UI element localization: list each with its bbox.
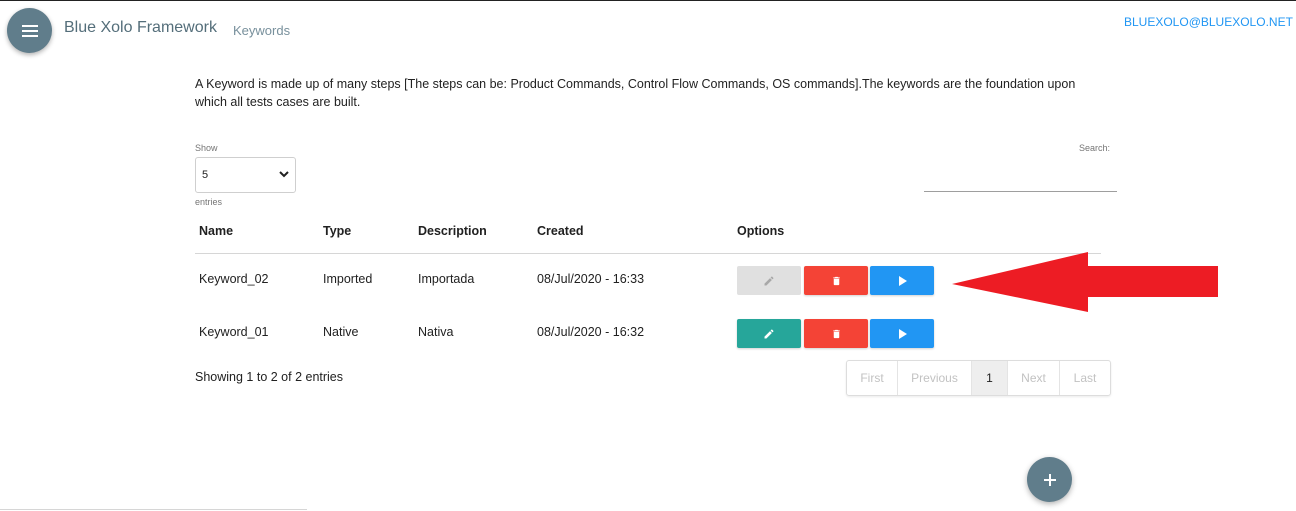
cell-description: Nativa — [418, 325, 454, 339]
bottom-divider — [0, 509, 307, 510]
page-length-value: 5 — [202, 169, 209, 181]
pencil-icon — [764, 275, 774, 285]
column-header-options: Options — [737, 224, 785, 238]
search-input[interactable] — [924, 170, 1117, 192]
column-header-created[interactable]: Created — [537, 224, 584, 238]
cell-name: Keyword_01 — [199, 325, 269, 339]
cell-description: Importada — [418, 272, 475, 286]
play-icon — [898, 328, 907, 339]
page-description: A Keyword is made up of many steps [The … — [195, 77, 1076, 109]
edit-button[interactable] — [737, 319, 801, 348]
top-border — [0, 0, 1296, 1]
add-keyword-button[interactable] — [1027, 457, 1072, 502]
cell-name: Keyword_02 — [199, 272, 269, 286]
column-header-name[interactable]: Name — [199, 224, 233, 238]
search-label: Search: — [1079, 143, 1111, 153]
pagination-previous: Previous — [898, 361, 972, 395]
table-info: Showing 1 to 2 of 2 entries — [195, 370, 344, 384]
column-header-type[interactable]: Type — [323, 224, 351, 238]
cell-created: 08/Jul/2020 - 16:33 — [537, 272, 645, 286]
menu-button[interactable] — [7, 8, 52, 53]
trash-icon — [832, 276, 840, 285]
pagination: First Previous 1 Next Last — [846, 360, 1111, 396]
plus-icon — [1043, 473, 1056, 486]
pencil-icon — [764, 328, 774, 338]
pagination-first: First — [847, 361, 898, 395]
cell-type: Imported — [323, 272, 373, 286]
column-header-description[interactable]: Description — [418, 224, 487, 238]
delete-button[interactable] — [804, 266, 868, 295]
cell-type: Native — [323, 325, 359, 339]
show-label: Show — [195, 143, 218, 153]
pagination-last: Last — [1073, 371, 1097, 385]
page-length-select[interactable]: 5 — [195, 157, 296, 193]
user-email-link[interactable]: BLUEXOLO@BLUEXOLO.NET — [1124, 15, 1293, 29]
app-title[interactable]: Blue Xolo Framework — [64, 19, 217, 37]
red-arrow-icon — [952, 252, 1218, 312]
edit-button-disabled — [737, 266, 801, 295]
chevron-down-icon — [279, 171, 289, 178]
cell-created: 08/Jul/2020 - 16:32 — [537, 325, 645, 339]
delete-button[interactable] — [804, 319, 868, 348]
play-icon — [898, 275, 907, 286]
pagination-next: Next — [1008, 361, 1060, 395]
menu-icon — [21, 24, 38, 37]
entries-label: entries — [195, 197, 223, 207]
run-button[interactable] — [870, 266, 934, 295]
breadcrumb-keywords[interactable]: Keywords — [233, 23, 290, 38]
trash-icon — [832, 329, 840, 338]
run-button[interactable] — [870, 319, 934, 348]
pagination-page-1[interactable]: 1 — [972, 361, 1008, 395]
